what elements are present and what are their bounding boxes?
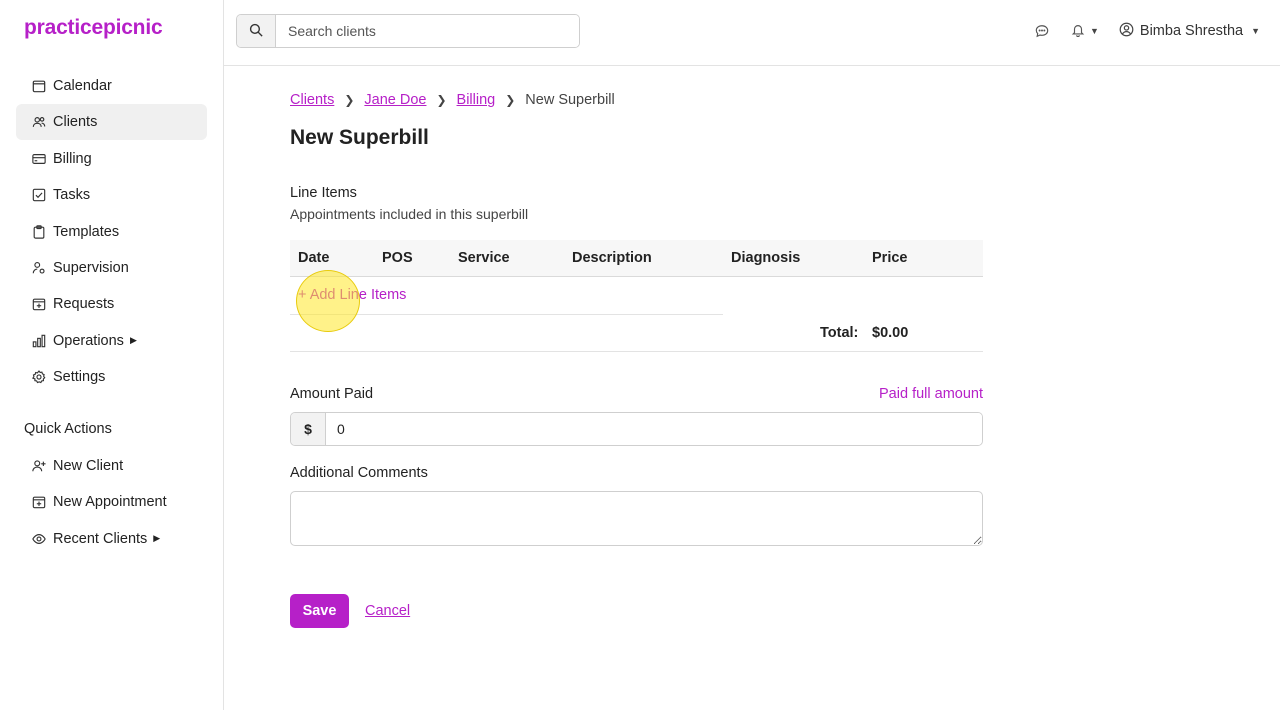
line-items-subtitle: Appointments included in this superbill [290, 206, 529, 222]
paid-full-amount-link[interactable]: Paid full amount [879, 386, 983, 402]
sidebar-item-operations[interactable]: Operations ▶ [16, 323, 207, 359]
total-value: $0.00 [872, 325, 909, 341]
sidebar: practicepicnic Calendar Clients Billing … [0, 0, 224, 710]
search-input[interactable] [276, 15, 579, 47]
top-header: ▼ Bimba Shrestha ▼ [224, 0, 1280, 66]
sidebar-item-label: Tasks [53, 187, 91, 204]
sidebar-item-requests[interactable]: Requests [16, 286, 207, 322]
quick-actions-nav: New Client New Appointment Recent Client… [16, 448, 207, 557]
column-header-service: Service [458, 250, 510, 266]
calendar-plus-icon [32, 297, 46, 311]
total-row: Total: $0.00 [290, 315, 983, 352]
gear-icon [32, 370, 46, 384]
sidebar-item-label: Calendar [53, 78, 112, 94]
quick-action-new-appointment[interactable]: New Appointment [16, 484, 207, 520]
search-icon [249, 23, 263, 40]
sidebar-item-label: New Appointment [53, 494, 167, 511]
breadcrumb-clients[interactable]: Clients [290, 92, 334, 108]
notifications-button[interactable]: ▼ [1071, 23, 1099, 40]
line-items-title: Line Items [290, 185, 357, 201]
user-gear-icon [32, 261, 46, 275]
add-line-items-link[interactable]: + Add Line Items [298, 287, 406, 303]
additional-comments-label: Additional Comments [290, 465, 428, 481]
sidebar-item-billing[interactable]: Billing [16, 141, 207, 177]
total-label: Total: [820, 325, 859, 341]
sidebar-item-supervision[interactable]: Supervision [16, 250, 207, 286]
caret-right-icon: ▶ [129, 335, 137, 346]
breadcrumb-current: New Superbill [525, 92, 615, 108]
search-button[interactable] [237, 15, 276, 47]
amount-paid-input[interactable] [326, 413, 982, 445]
column-header-description: Description [572, 250, 652, 266]
quick-action-recent-clients[interactable]: Recent Clients ▶ [16, 521, 207, 557]
eye-icon [32, 532, 46, 546]
user-name: Bimba Shrestha [1139, 23, 1244, 39]
sidebar-item-label: New Client [53, 458, 124, 474]
sidebar-item-label: Settings [53, 369, 106, 386]
header-actions: ▼ Bimba Shrestha ▼ [1035, 22, 1260, 40]
sidebar-item-label: Billing [53, 150, 92, 167]
sidebar-item-clients[interactable]: Clients [16, 104, 207, 141]
users-icon [32, 115, 46, 129]
calendar-plus-icon [32, 495, 46, 509]
line-items-table: Date POS Service Description Diagnosis P… [290, 240, 983, 352]
user-circle-icon [1119, 22, 1134, 40]
column-header-diagnosis: Diagnosis [731, 250, 801, 266]
calendar-icon [32, 79, 46, 93]
user-plus-icon [32, 459, 46, 473]
bell-icon [1071, 23, 1085, 40]
sidebar-item-label: Recent Clients [53, 530, 148, 547]
chevron-right-icon: ❯ [505, 93, 516, 107]
sidebar-item-tasks[interactable]: Tasks [16, 177, 207, 213]
user-menu[interactable]: Bimba Shrestha ▼ [1119, 22, 1260, 40]
sidebar-item-label: Requests [53, 296, 115, 313]
sidebar-item-label: Templates [53, 223, 120, 240]
search-group [236, 14, 580, 48]
amount-paid-group: $ [290, 412, 983, 446]
column-header-price: Price [872, 250, 908, 266]
chevron-down-icon: ▼ [1089, 26, 1099, 36]
chevron-right-icon: ❯ [344, 93, 355, 107]
amount-paid-label: Amount Paid [290, 386, 374, 402]
chat-icon[interactable] [1035, 24, 1049, 38]
app-logo[interactable]: practicepicnic [24, 16, 163, 40]
check-square-icon [32, 188, 46, 202]
sidebar-item-label: Operations [53, 332, 124, 349]
cancel-link[interactable]: Cancel [365, 603, 410, 619]
chevron-right-icon: ❯ [436, 93, 447, 107]
save-button[interactable]: Save [290, 594, 349, 628]
quick-actions-title: Quick Actions [24, 421, 112, 437]
caret-right-icon: ▶ [153, 533, 161, 544]
bar-chart-icon [32, 334, 46, 348]
sidebar-item-templates[interactable]: Templates [16, 214, 207, 250]
quick-action-new-client[interactable]: New Client [16, 448, 207, 484]
table-header: Date POS Service Description Diagnosis P… [290, 240, 983, 277]
column-header-date: Date [298, 250, 330, 266]
clipboard-icon [32, 224, 46, 239]
column-header-pos: POS [382, 250, 413, 266]
table-row: + Add Line Items [290, 277, 723, 315]
sidebar-nav: Calendar Clients Billing Tasks Templates [16, 68, 207, 396]
sidebar-item-label: Clients [53, 114, 98, 131]
breadcrumb: Clients ❯ Jane Doe ❯ Billing ❯ New Super… [290, 92, 615, 108]
page-title: New Superbill [290, 126, 429, 149]
sidebar-item-calendar[interactable]: Calendar [16, 68, 207, 104]
chevron-down-icon: ▼ [1251, 26, 1260, 36]
additional-comments-textarea[interactable] [290, 491, 983, 546]
sidebar-item-label: Supervision [53, 259, 129, 276]
sidebar-item-settings[interactable]: Settings [16, 359, 207, 395]
breadcrumb-jane-doe[interactable]: Jane Doe [364, 92, 426, 108]
credit-card-icon [32, 152, 46, 166]
currency-prefix: $ [291, 413, 326, 445]
breadcrumb-billing[interactable]: Billing [457, 92, 496, 108]
